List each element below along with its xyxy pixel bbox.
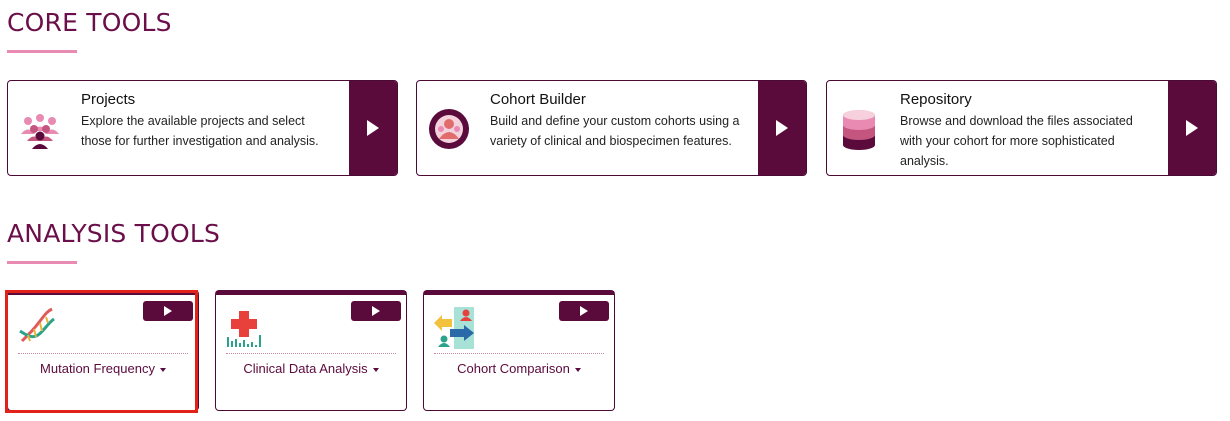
play-icon [776, 120, 788, 136]
cohort-builder-description: Build and define your custom cohorts usi… [490, 114, 740, 148]
core-tools-heading: CORE TOOLS [7, 8, 172, 37]
mutation-frequency-play-button[interactable] [143, 301, 193, 321]
analysis-tools-heading: ANALYSIS TOOLS [7, 219, 221, 248]
caret-down-icon [159, 367, 166, 372]
repository-description: Browse and download the files associated… [900, 114, 1133, 168]
cohort-builder-title: Cohort Builder [490, 91, 586, 108]
divider [226, 353, 396, 354]
mutation-frequency-label: Mutation Frequency [40, 361, 155, 376]
projects-title: Projects [81, 91, 136, 108]
play-icon [367, 120, 379, 136]
clinical-data-analysis-dropdown[interactable]: Clinical Data Analysis [216, 361, 406, 376]
clinical-data-analysis-card[interactable]: Clinical Data Analysis [215, 290, 407, 411]
cohort-comparison-card[interactable]: Cohort Comparison [423, 290, 615, 411]
projects-open-button[interactable] [349, 81, 397, 175]
cohort-builder-open-button[interactable] [758, 81, 806, 175]
core-tools-underline [7, 50, 77, 53]
projects-description: Explore the available projects and selec… [81, 114, 319, 148]
database-icon [837, 107, 881, 151]
caret-down-icon [574, 367, 581, 372]
cohort-comparison-dropdown[interactable]: Cohort Comparison [424, 361, 614, 376]
clinical-data-analysis-label: Clinical Data Analysis [243, 361, 368, 376]
repository-card[interactable]: Repository Browse and download the files… [826, 80, 1217, 176]
divider [18, 353, 188, 354]
play-icon [580, 306, 588, 316]
medical-chart-icon [222, 305, 266, 349]
repository-title: Repository [900, 91, 972, 108]
repository-open-button[interactable] [1168, 81, 1216, 175]
cohort-icon [427, 107, 471, 151]
cohort-comparison-label: Cohort Comparison [457, 361, 570, 376]
divider [434, 353, 604, 354]
people-group-icon [18, 107, 62, 151]
mutation-frequency-card[interactable]: Mutation Frequency [7, 290, 199, 411]
clinical-data-analysis-play-button[interactable] [351, 301, 401, 321]
cohort-comparison-play-button[interactable] [559, 301, 609, 321]
mutation-frequency-dropdown[interactable]: Mutation Frequency [8, 361, 198, 376]
play-icon [1186, 120, 1198, 136]
caret-down-icon [372, 367, 379, 372]
cohort-builder-card[interactable]: Cohort Builder Build and define your cus… [416, 80, 807, 176]
play-icon [164, 306, 172, 316]
dna-icon [14, 305, 58, 349]
play-icon [372, 306, 380, 316]
compare-icon [430, 305, 476, 349]
analysis-tools-underline [7, 261, 77, 264]
projects-card[interactable]: Projects Explore the available projects … [7, 80, 398, 176]
